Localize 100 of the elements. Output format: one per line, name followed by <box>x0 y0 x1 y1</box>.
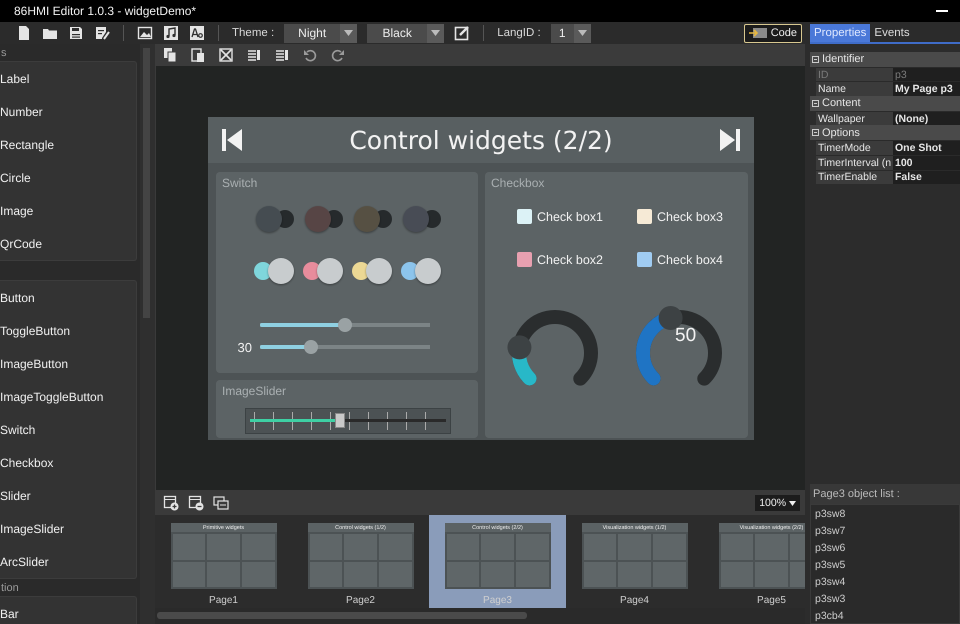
checkbox-label: Check box3 <box>657 210 724 224</box>
page-label: Page3 <box>483 595 512 606</box>
widget-item[interactable]: Bar <box>0 597 136 624</box>
widget-item[interactable]: Number <box>0 95 136 128</box>
copy-icon[interactable] <box>162 47 178 63</box>
widget-item[interactable]: Image <box>0 194 136 227</box>
page-label: Page2 <box>346 595 375 606</box>
toggle-switch[interactable] <box>400 206 440 232</box>
checkbox-label: Check box1 <box>537 210 604 224</box>
caret-icon <box>789 500 796 506</box>
remove-page-icon[interactable] <box>188 494 204 510</box>
panel-title: ImageSlider <box>222 384 288 398</box>
code-icon <box>748 27 767 39</box>
align-icon[interactable] <box>274 47 290 63</box>
toggle-switch[interactable] <box>254 258 294 284</box>
zoom-dropdown[interactable]: 100% <box>755 494 800 510</box>
property-name: Name <box>816 82 893 96</box>
pages-icon[interactable] <box>213 494 229 510</box>
music-note-icon[interactable] <box>163 25 179 41</box>
collapse-icon[interactable] <box>812 100 819 107</box>
widget-item[interactable]: Button <box>0 281 136 314</box>
langid-label: LangID : <box>497 27 541 39</box>
property-value[interactable]: False <box>893 170 960 184</box>
window-title: 86HMI Editor 1.0.3 - widgetDemo* <box>14 4 196 18</box>
code-button[interactable]: Code <box>744 24 802 42</box>
slider-value: 30 <box>238 340 252 354</box>
object-item[interactable]: p3sw6 <box>811 539 959 556</box>
page-label: Page1 <box>209 595 238 606</box>
delete-icon[interactable] <box>218 47 234 63</box>
caret-icon <box>344 30 354 36</box>
toggle-switch[interactable] <box>302 206 342 232</box>
widget-item[interactable]: ImageButton <box>0 347 136 380</box>
toggle-switch[interactable] <box>254 206 294 232</box>
checkbox[interactable] <box>517 252 532 267</box>
object-item[interactable]: p3sw8 <box>811 505 959 522</box>
toggle-switch[interactable] <box>352 206 392 232</box>
checkbox-label: Check box2 <box>537 252 604 266</box>
page-label: Page5 <box>757 595 786 606</box>
collapse-icon[interactable] <box>812 56 819 63</box>
widget-item[interactable]: Rectangle <box>0 128 136 161</box>
object-item[interactable]: p3sw5 <box>811 556 959 573</box>
widget-item[interactable]: Switch <box>0 413 136 446</box>
save-icon[interactable] <box>68 25 84 41</box>
widget-item[interactable]: Circle <box>0 161 136 194</box>
color-dropdown[interactable]: Black <box>367 24 444 42</box>
align-icon[interactable] <box>246 47 262 63</box>
object-list-title: Page3 object list : <box>810 484 960 504</box>
object-item[interactable]: p3cb4 <box>811 607 959 623</box>
page-title: Control widgets (2/2) <box>348 126 614 154</box>
object-item[interactable]: p3sw4 <box>811 573 959 590</box>
panel-title: Checkbox <box>491 176 546 190</box>
group-header: s <box>0 46 8 60</box>
page-label: Page4 <box>620 595 649 606</box>
property-value[interactable]: My Page p3 <box>893 82 960 96</box>
panel-tab[interactable]: Events <box>870 24 914 42</box>
save-edit-icon[interactable] <box>94 25 110 41</box>
new-file-icon[interactable] <box>16 25 32 41</box>
property-value[interactable]: (None) <box>893 112 960 126</box>
font-icon[interactable] <box>189 25 205 41</box>
caret-icon <box>431 30 440 36</box>
undo-icon[interactable] <box>302 47 318 63</box>
object-item[interactable]: p3sw3 <box>811 590 959 607</box>
arc-value: 50 <box>675 325 696 347</box>
section-header: Options <box>822 126 860 139</box>
section-header: Content <box>822 97 861 110</box>
widget-item[interactable]: QrCode <box>0 227 136 260</box>
edit-icon[interactable] <box>454 25 470 41</box>
caret-icon <box>578 30 587 36</box>
widget-item[interactable]: Label <box>0 62 136 95</box>
image-icon[interactable] <box>137 25 153 41</box>
property-name: TimerMode <box>816 141 893 155</box>
toggle-switch[interactable] <box>302 258 342 284</box>
toggle-switch[interactable] <box>352 258 392 284</box>
section-header: Identifier <box>822 53 864 66</box>
widget-item[interactable]: Checkbox <box>0 446 136 479</box>
redo-icon[interactable] <box>330 47 346 63</box>
widget-item[interactable]: Slider <box>0 479 136 512</box>
collapse-icon[interactable] <box>812 129 819 136</box>
toggle-switch[interactable] <box>400 258 440 284</box>
langid-dropdown[interactable]: 1 <box>550 24 591 42</box>
object-item[interactable]: p3sw7 <box>811 522 959 539</box>
checkbox[interactable] <box>637 209 652 224</box>
skip-back-icon[interactable] <box>222 129 242 151</box>
checkbox[interactable] <box>517 209 532 224</box>
property-name: Wallpaper <box>816 112 893 126</box>
scrollbar[interactable] <box>157 612 527 619</box>
checkbox-label: Check box4 <box>657 252 724 266</box>
widget-item[interactable]: ArcSlider <box>0 545 136 578</box>
add-page-icon[interactable] <box>163 494 179 510</box>
widget-item[interactable]: ToggleButton <box>0 314 136 347</box>
property-name: ID <box>816 68 893 82</box>
paste-icon[interactable] <box>190 47 206 63</box>
widget-item[interactable]: ImageSlider <box>0 512 136 545</box>
theme-dropdown[interactable]: Night <box>284 24 358 42</box>
property-value[interactable]: 100 <box>893 156 960 170</box>
checkbox[interactable] <box>637 252 652 267</box>
panel-title: Switch <box>222 176 258 190</box>
property-value[interactable]: One Shot <box>893 141 960 155</box>
skip-forward-icon[interactable] <box>720 129 740 151</box>
widget-item[interactable]: ImageToggleButton <box>0 380 136 413</box>
